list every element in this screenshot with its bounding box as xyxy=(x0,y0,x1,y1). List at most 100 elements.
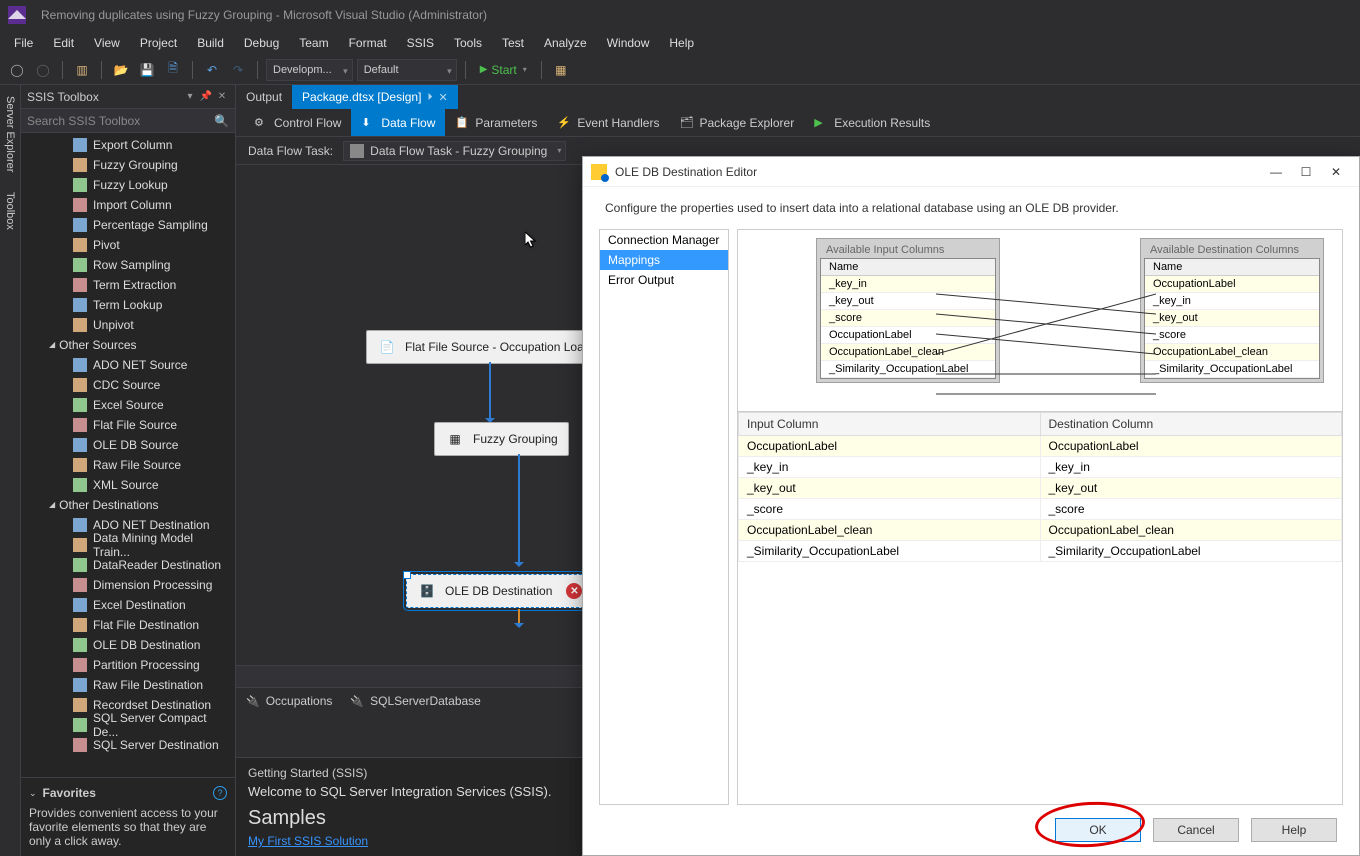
table-row[interactable]: _Similarity_OccupationLabel_Similarity_O… xyxy=(739,541,1342,562)
save-icon[interactable]: 💾 xyxy=(136,59,158,81)
flat-file-source-node[interactable]: 📄 Flat File Source - Occupation Load xyxy=(366,330,601,364)
toolbox-item[interactable]: Excel Destination xyxy=(21,595,235,615)
save-all-icon[interactable]: 🗎 xyxy=(162,59,184,81)
menu-window[interactable]: Window xyxy=(597,32,660,54)
column-row[interactable]: OccupationLabel xyxy=(1145,276,1319,293)
close-icon[interactable]: ✕ xyxy=(1321,161,1351,183)
menu-tools[interactable]: Tools xyxy=(444,32,492,54)
menu-analyze[interactable]: Analyze xyxy=(534,32,597,54)
toolbox-item[interactable]: Term Lookup xyxy=(21,295,235,315)
mapping-table[interactable]: Input ColumnDestination ColumnOccupation… xyxy=(738,411,1342,804)
toolbox-item[interactable]: Fuzzy Lookup xyxy=(21,175,235,195)
minimize-icon[interactable]: — xyxy=(1261,161,1291,183)
open-icon[interactable]: 📂 xyxy=(110,59,132,81)
solution-config-combo[interactable]: Developm... xyxy=(266,59,353,81)
table-row[interactable]: _key_out_key_out xyxy=(739,478,1342,499)
toolbox-item[interactable]: Raw File Destination xyxy=(21,675,235,695)
help-icon[interactable]: ? xyxy=(213,786,227,800)
dialog-nav-error-output[interactable]: Error Output xyxy=(600,270,728,290)
task-combo[interactable]: Data Flow Task - Fuzzy Grouping xyxy=(343,141,566,161)
toolbox-item[interactable]: Percentage Sampling xyxy=(21,215,235,235)
toolbox-item[interactable]: Flat File Destination xyxy=(21,615,235,635)
designer-tab-event-handlers[interactable]: ⚡Event Handlers xyxy=(547,109,669,136)
table-row[interactable]: OccupationLabelOccupationLabel xyxy=(739,436,1342,457)
toolbox-item[interactable]: Row Sampling xyxy=(21,255,235,275)
column-row[interactable]: OccupationLabel xyxy=(821,327,995,344)
toolbox-item[interactable]: Dimension Processing xyxy=(21,575,235,595)
toolbox-item[interactable]: Term Extraction xyxy=(21,275,235,295)
toolbox-item[interactable]: Export Column xyxy=(21,135,235,155)
column-row[interactable]: _Similarity_OccupationLabel xyxy=(1145,361,1319,378)
start-button[interactable]: Start▾ xyxy=(474,59,533,81)
toolbox-item[interactable]: Unpivot xyxy=(21,315,235,335)
toolbox-item[interactable]: ADO NET Source xyxy=(21,355,235,375)
toolbox-item[interactable]: XML Source xyxy=(21,475,235,495)
designer-tab-package-explorer[interactable]: 🗂Package Explorer xyxy=(669,109,804,136)
table-row[interactable]: _score_score xyxy=(739,499,1342,520)
chevron-down-icon[interactable]: ⌄ xyxy=(29,788,37,799)
toolbox-item[interactable]: CDC Source xyxy=(21,375,235,395)
menu-view[interactable]: View xyxy=(84,32,130,54)
menu-build[interactable]: Build xyxy=(187,32,234,54)
menu-edit[interactable]: Edit xyxy=(43,32,84,54)
pin-icon[interactable]: ⏵ xyxy=(427,92,432,103)
toolbox-item[interactable]: Fuzzy Grouping xyxy=(21,155,235,175)
toolbox-search[interactable]: Search SSIS Toolbox 🔍 xyxy=(21,109,235,133)
menu-format[interactable]: Format xyxy=(339,32,397,54)
toolbox-item[interactable]: Partition Processing xyxy=(21,655,235,675)
column-row[interactable]: OccupationLabel_clean xyxy=(821,344,995,361)
menu-team[interactable]: Team xyxy=(289,32,338,54)
column-row[interactable]: _key_in xyxy=(821,276,995,293)
oledb-destination-node[interactable]: 🗄️ OLE DB Destination ✕ xyxy=(406,574,593,608)
column-row[interactable]: _key_in xyxy=(1145,293,1319,310)
table-row[interactable]: OccupationLabel_cleanOccupationLabel_cle… xyxy=(739,520,1342,541)
connection-item[interactable]: 🔌Occupations xyxy=(246,694,332,708)
close-icon[interactable]: ✕ xyxy=(438,91,447,104)
dialog-nav-connection-manager[interactable]: Connection Manager xyxy=(600,230,728,250)
toolbox-item[interactable]: OLE DB Source xyxy=(21,435,235,455)
maximize-icon[interactable]: ☐ xyxy=(1291,161,1321,183)
nav-back-icon[interactable]: ◯ xyxy=(6,59,28,81)
toolbox-item[interactable]: Data Mining Model Train... xyxy=(21,535,235,555)
column-row[interactable]: OccupationLabel_clean xyxy=(1145,344,1319,361)
new-project-icon[interactable]: ▥ xyxy=(71,59,93,81)
toolbox-item[interactable]: Excel Source xyxy=(21,395,235,415)
dialog-nav-mappings[interactable]: Mappings xyxy=(600,250,728,270)
column-row[interactable]: _score xyxy=(821,310,995,327)
close-icon[interactable]: ✕ xyxy=(215,91,229,102)
help-button[interactable]: Help xyxy=(1251,818,1337,842)
column-row[interactable]: _key_out xyxy=(821,293,995,310)
toolbox-item[interactable]: SQL Server Destination xyxy=(21,735,235,755)
cancel-button[interactable]: Cancel xyxy=(1153,818,1239,842)
menu-help[interactable]: Help xyxy=(659,32,704,54)
toolbox-item[interactable]: Pivot xyxy=(21,235,235,255)
toolbox-item[interactable]: Raw File Source xyxy=(21,455,235,475)
redo-icon[interactable]: ↷ xyxy=(227,59,249,81)
designer-tab-execution-results[interactable]: ▶Execution Results xyxy=(804,109,940,136)
toolbox-group[interactable]: Other Destinations xyxy=(21,495,235,515)
menu-project[interactable]: Project xyxy=(130,32,187,54)
tab-package[interactable]: Package.dtsx [Design] ⏵ ✕ xyxy=(292,85,458,109)
designer-tab-control-flow[interactable]: ⚙Control Flow xyxy=(244,109,351,136)
menu-test[interactable]: Test xyxy=(492,32,534,54)
connection-item[interactable]: 🔌SQLServerDatabase xyxy=(350,694,480,708)
panel-menu-icon[interactable]: ▾ xyxy=(183,91,197,102)
tab-output[interactable]: Output xyxy=(236,85,292,109)
designer-tab-data-flow[interactable]: ⬇Data Flow xyxy=(351,109,445,136)
toolbox-item[interactable]: Flat File Source xyxy=(21,415,235,435)
column-row[interactable]: _Similarity_OccupationLabel xyxy=(821,361,995,378)
menu-file[interactable]: File xyxy=(4,32,43,54)
toolbox-item[interactable]: Import Column xyxy=(21,195,235,215)
toolbox-group[interactable]: Other Sources xyxy=(21,335,235,355)
menu-ssis[interactable]: SSIS xyxy=(397,32,444,54)
ok-button[interactable]: OK xyxy=(1055,818,1141,842)
pin-icon[interactable]: 📌 xyxy=(199,91,213,102)
undo-icon[interactable]: ↶ xyxy=(201,59,223,81)
toolbox-item[interactable]: DataReader Destination xyxy=(21,555,235,575)
column-row[interactable]: _score xyxy=(1145,327,1319,344)
nav-fwd-icon[interactable]: ◯ xyxy=(32,59,54,81)
dialog-titlebar[interactable]: OLE DB Destination Editor — ☐ ✕ xyxy=(583,157,1359,187)
extension-icon[interactable]: ▦ xyxy=(550,59,572,81)
gs-link[interactable]: My First SSIS Solution xyxy=(248,834,368,848)
designer-tab-parameters[interactable]: 📋Parameters xyxy=(445,109,547,136)
